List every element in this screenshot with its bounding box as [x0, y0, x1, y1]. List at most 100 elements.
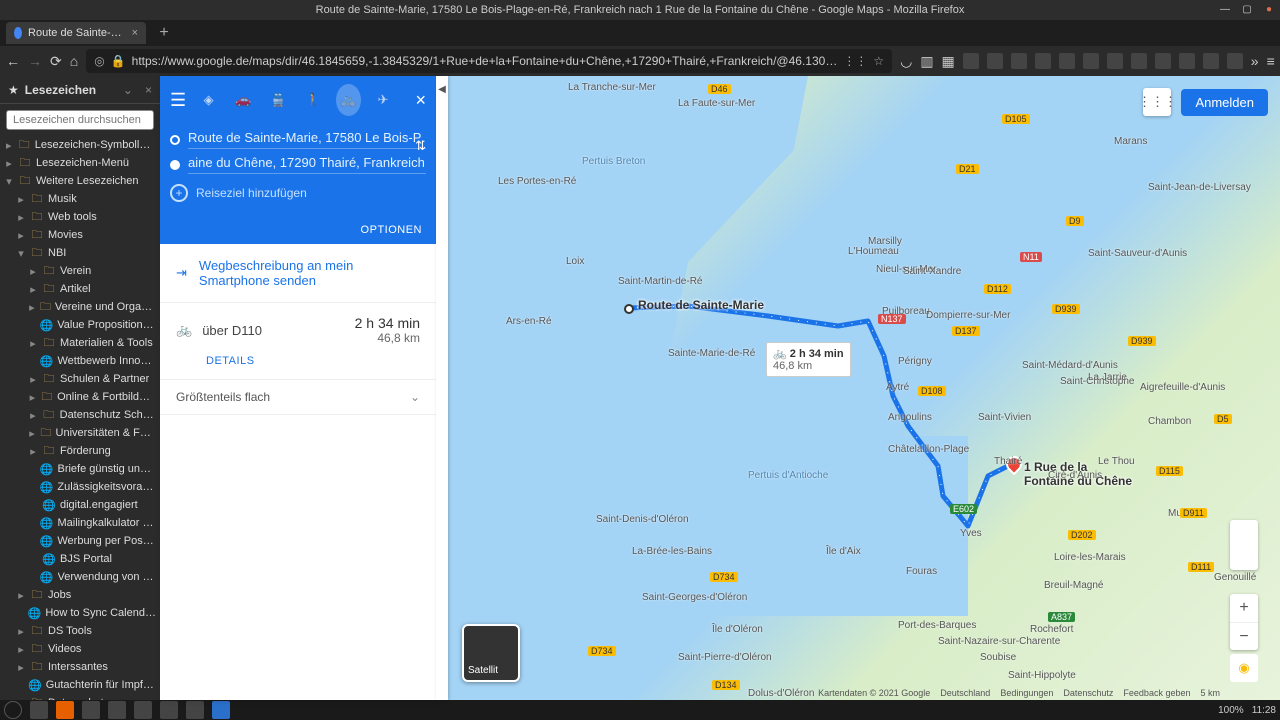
extension-icon[interactable] [1155, 53, 1171, 69]
mode-transit-icon[interactable]: 🚆 [266, 84, 291, 116]
tab-close-icon[interactable]: × [132, 27, 138, 39]
route-result[interactable]: 🚲 über D110 2 h 34 min 46,8 km [160, 303, 436, 349]
bookmark-item[interactable]: ▸🗀Lesezeichen-Symbolleiste [0, 136, 160, 154]
pocket-icon[interactable]: ◡ [900, 51, 912, 71]
swap-waypoints-icon[interactable]: ⇅ [415, 138, 426, 154]
bookmark-item[interactable]: ▸🗀Verein [0, 262, 160, 280]
elevation-summary[interactable]: Größtenteils flach ⌄ [160, 379, 436, 415]
taskbar-writer-icon[interactable] [212, 701, 230, 719]
bookmark-item[interactable]: ▸🗀Interssantes [0, 658, 160, 676]
taskbar-files-icon[interactable] [108, 701, 126, 719]
bookmark-item[interactable]: 🌐How to Sync Calendars Bet… [0, 604, 160, 622]
bookmark-item[interactable]: ▸🗀Schulen & Partner [0, 370, 160, 388]
bookmark-item[interactable]: ▸🗀Datenschutz [0, 694, 160, 700]
bookmark-item[interactable]: ▸🗀Web tools [0, 208, 160, 226]
taskbar-mail-icon[interactable] [160, 701, 178, 719]
zoom-in-button[interactable]: + [1230, 594, 1258, 622]
bookmark-item[interactable]: 🌐Wettbewerb InnoVET: Z… [0, 352, 160, 370]
tray-icon[interactable] [1108, 703, 1122, 717]
send-to-phone-button[interactable]: ⇥ Wegbeschreibung an mein Smartphone sen… [160, 244, 436, 303]
bookmark-item[interactable]: ▸🗀Artikel [0, 280, 160, 298]
collapse-panel-button[interactable]: ◀ [436, 76, 448, 700]
bookmark-item[interactable]: ▸🗀DS Tools [0, 622, 160, 640]
taskbar-terminal-icon[interactable] [82, 701, 100, 719]
bookmark-item[interactable]: 🌐Value Proposition Canva… [0, 316, 160, 334]
overflow-menu-icon[interactable]: » [1251, 51, 1259, 71]
route-details-button[interactable]: DETAILS [160, 349, 436, 379]
mode-flight-icon[interactable]: ✈ [371, 84, 396, 116]
reload-button[interactable]: ⟳ [50, 51, 62, 71]
extension-icon[interactable] [1107, 53, 1123, 69]
extension-icon[interactable] [1011, 53, 1027, 69]
origin-marker[interactable] [624, 304, 634, 314]
reader-icon[interactable]: ⋮⋮ [843, 54, 867, 68]
back-button[interactable]: ← [6, 51, 20, 71]
sidebar-icon[interactable]: ▦ [942, 51, 955, 71]
battery-icon[interactable] [1196, 703, 1210, 717]
attrib-item[interactable]: Kartendaten © 2021 Google [818, 688, 930, 698]
bookmark-item[interactable]: ▸🗀Universitäten & Forschun [0, 424, 160, 442]
extension-icon[interactable] [1203, 53, 1219, 69]
pegman-button[interactable]: ◉ [1230, 654, 1258, 682]
route-info-badge[interactable]: 🚲 2 h 34 min 46,8 km [766, 342, 851, 377]
extension-icon[interactable] [1131, 53, 1147, 69]
bookmark-item[interactable]: 🌐Zulässigkeitsvoraussetz… [0, 478, 160, 496]
mode-car-icon[interactable]: 🚗 [231, 84, 256, 116]
bookmark-item[interactable]: ▸🗀Videos [0, 640, 160, 658]
zoom-out-button[interactable]: − [1230, 622, 1258, 650]
bookmark-item[interactable]: ▸🗀Movies [0, 226, 160, 244]
close-directions-icon[interactable]: × [415, 90, 426, 111]
add-stop-button[interactable]: + Reiseziel hinzufügen [170, 180, 426, 206]
extension-icon[interactable] [963, 53, 979, 69]
bookmark-star-icon[interactable]: ☆ [873, 54, 884, 68]
attrib-item[interactable]: 5 km [1200, 688, 1220, 698]
taskbar-firefox-icon[interactable] [56, 701, 74, 719]
map-canvas[interactable]: Route de Sainte-Marie 1 Rue de la Fontai… [448, 76, 1280, 700]
bookmark-item[interactable]: 🌐Werbung per Post versc… [0, 532, 160, 550]
extension-icon[interactable] [1227, 53, 1243, 69]
satellite-toggle[interactable]: Satellit [462, 624, 520, 682]
attrib-item[interactable]: Feedback geben [1123, 688, 1190, 698]
attrib-item[interactable]: Deutschland [940, 688, 990, 698]
route-options-button[interactable]: OPTIONEN [160, 216, 436, 244]
bookmark-item[interactable]: ▸🗀Lesezeichen-Menü [0, 154, 160, 172]
bookmark-item[interactable]: 🌐Verwendung von öffentl… [0, 568, 160, 586]
extension-icon[interactable] [1083, 53, 1099, 69]
hamburger-menu-icon[interactable]: ≡ [1267, 51, 1275, 71]
bookmark-item[interactable]: ▾🗀NBI [0, 244, 160, 262]
bookmark-item[interactable]: ▸🗀Vereine und Organisatio… [0, 298, 160, 316]
bookmark-item[interactable]: 🌐digital.engagiert [0, 496, 160, 514]
google-apps-icon[interactable]: ⋮⋮⋮ [1143, 88, 1171, 116]
mode-walk-icon[interactable]: 🚶 [301, 84, 326, 116]
sign-in-button[interactable]: Anmelden [1181, 89, 1268, 116]
bookmark-item[interactable]: 🌐BJS Portal [0, 550, 160, 568]
library-icon[interactable]: ▥ [920, 51, 933, 71]
close-window-button[interactable]: ● [1262, 2, 1276, 16]
taskbar-app-icon[interactable] [30, 701, 48, 719]
mode-recommended-icon[interactable]: ◈ [196, 84, 221, 116]
home-button[interactable]: ⌂ [70, 51, 78, 71]
bookmark-item[interactable]: 🌐Mailingkalkulator | Lette… [0, 514, 160, 532]
maximize-button[interactable]: ▢ [1240, 2, 1254, 16]
taskbar-app-icon[interactable] [186, 701, 204, 719]
taskbar-app-icon[interactable] [134, 701, 152, 719]
address-bar[interactable]: ◎ 🔒 https://www.google.de/maps/dir/46.18… [86, 49, 892, 73]
volume-icon[interactable] [1174, 703, 1188, 717]
menu-icon[interactable]: ☰ [170, 90, 186, 111]
bookmark-item[interactable]: ▸🗀Datenschutz Schule [0, 406, 160, 424]
extension-icon[interactable] [987, 53, 1003, 69]
extension-icon[interactable] [1035, 53, 1051, 69]
tab-current[interactable]: Route de Sainte-Marie, 175… × [6, 22, 146, 44]
sidebar-close-icon[interactable]: × [145, 83, 152, 97]
bookmark-item[interactable]: ▸🗀Jobs [0, 586, 160, 604]
tray-icon[interactable] [1130, 703, 1144, 717]
destination-input[interactable]: aine du Chêne, 17290 Thairé, Frankreich [188, 155, 426, 174]
origin-input[interactable]: Route de Sainte-Marie, 17580 Le Bois-P… [188, 130, 426, 149]
bookmark-item[interactable]: ▸🗀Online & Fortbildungen [0, 388, 160, 406]
new-tab-button[interactable]: + [152, 21, 176, 45]
sidebar-dropdown-icon[interactable]: ⌄ [123, 83, 133, 97]
bookmark-item[interactable]: ▸🗀Materialien & Tools [0, 334, 160, 352]
attrib-item[interactable]: Bedingungen [1000, 688, 1053, 698]
network-icon[interactable] [1152, 703, 1166, 717]
bookmark-item[interactable]: ▸🗀Förderung [0, 442, 160, 460]
